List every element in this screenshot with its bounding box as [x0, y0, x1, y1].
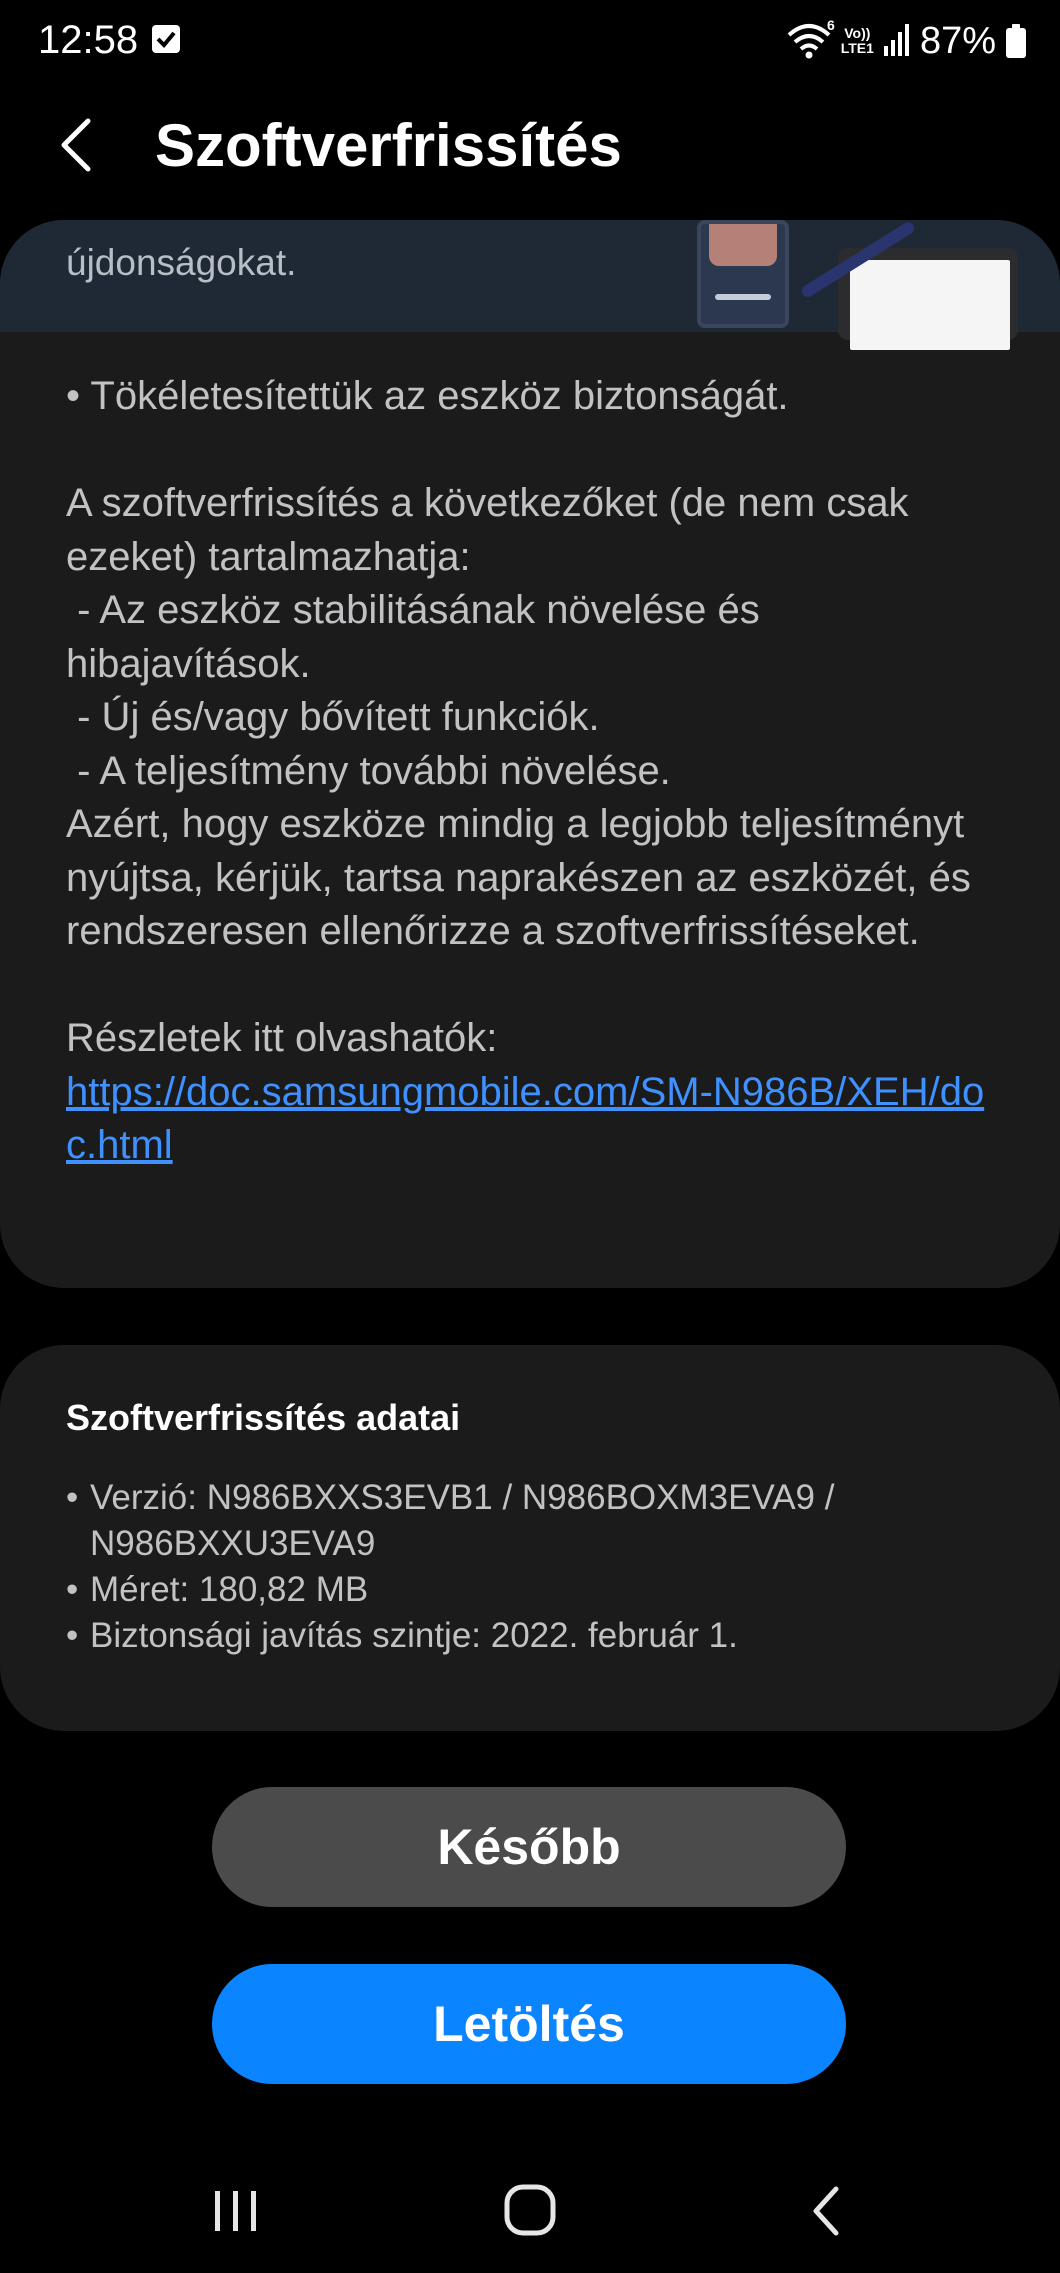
home-icon[interactable]	[490, 2181, 570, 2241]
info-version: • Verzió: N986BXXS3EVB1 / N986BOXM3EVA9 /…	[66, 1475, 1006, 1567]
page-title: Szoftverfrissítés	[155, 112, 622, 179]
recent-apps-icon[interactable]	[196, 2181, 276, 2241]
release-notes-card[interactable]: újdonságokat. • Tökéletesítettük az eszk…	[0, 220, 1060, 1288]
info-version-text: Verzió: N986BXXS3EVB1 / N986BOXM3EVA9 / …	[90, 1478, 835, 1563]
status-time: 12:58	[38, 18, 139, 62]
back-button[interactable]	[50, 115, 110, 175]
later-button[interactable]: Később	[212, 1787, 846, 1907]
banner-text: újdonságokat.	[66, 228, 296, 284]
update-info-card: Szoftverfrissítés adatai • Verzió: N986BX…	[0, 1345, 1060, 1731]
notes-paragraph-security: • Tökéletesítettük az eszköz biztonságát…	[66, 374, 789, 418]
banner-text-line: újdonságokat.	[66, 242, 297, 283]
details-link[interactable]: https://doc.samsungmobile.com/SM-N986B/X…	[66, 1066, 1006, 1173]
wifi-icon: 6	[787, 17, 835, 61]
signal-icon	[883, 22, 910, 61]
navigation-bar	[0, 2155, 1060, 2273]
foldable-phone-image	[697, 220, 789, 328]
info-security-patch: • Biztonsági javítás szintje: 2022. febru…	[66, 1613, 1006, 1659]
wifi-badge: 6	[826, 17, 835, 33]
notes-paragraph-contents: A szoftverfrissítés a következőket (de n…	[66, 481, 971, 953]
chevron-left-icon	[61, 118, 91, 172]
promo-banner: újdonságokat.	[0, 220, 1060, 350]
volte-label: Vo))	[844, 25, 871, 41]
info-size-text: Méret: 180,82 MB	[90, 1570, 369, 1609]
checkbox-notification-icon	[152, 25, 180, 53]
info-list: • Verzió: N986BXXS3EVB1 / N986BOXM3EVA9 /…	[66, 1475, 1006, 1659]
info-security-patch-text: Biztonsági javítás szintje: 2022. februá…	[90, 1616, 738, 1655]
app-header: Szoftverfrissítés	[0, 95, 1060, 195]
info-size: • Méret: 180,82 MB	[66, 1567, 1006, 1613]
volte-icon: Vo)) LTE1	[841, 26, 874, 56]
release-notes-text: • Tökéletesítettük az eszköz biztonságát…	[66, 370, 1006, 1173]
battery-percent: 87%	[919, 19, 996, 62]
lte-label: LTE1	[840, 40, 874, 56]
download-button[interactable]: Letöltés	[212, 1964, 846, 2084]
info-title: Szoftverfrissítés adatai	[66, 1397, 461, 1438]
back-icon[interactable]	[788, 2181, 868, 2241]
status-bar: 12:58 6 Vo)) LTE1 87%	[0, 0, 1060, 82]
notes-paragraph-details: Részletek itt olvashatók:	[66, 1016, 498, 1060]
battery-icon	[1006, 24, 1026, 58]
